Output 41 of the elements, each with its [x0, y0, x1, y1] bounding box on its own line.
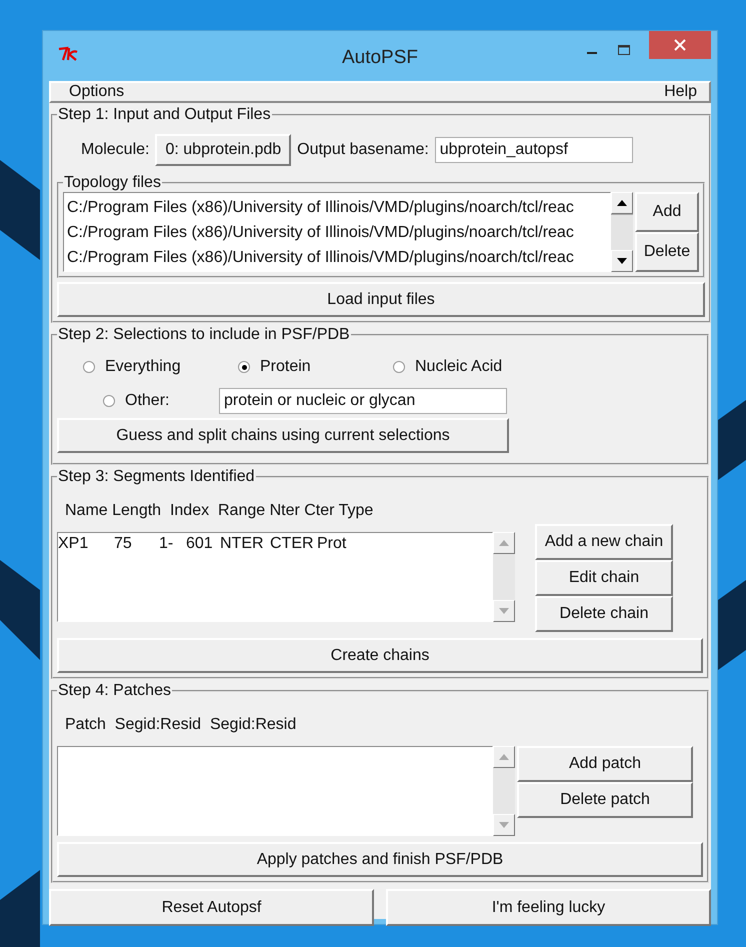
list-button[interactable]: Delete — [635, 232, 699, 272]
output-field[interactable]: ubprotein_autopsf — [434, 137, 633, 163]
close-button[interactable] — [649, 31, 711, 59]
molecule-button[interactable]: 0: ubprotein.pdb — [155, 134, 292, 166]
group-title: Step 1: Input and Output Files — [57, 106, 272, 124]
radio-option[interactable]: Protein — [238, 358, 393, 376]
window-title: AutoPSF — [342, 47, 418, 69]
column-headers: Patch Segid:Resid Segid:Resid — [64, 715, 298, 735]
patch-button[interactable]: Add patch — [517, 746, 693, 782]
chain-button[interactable]: Edit chain — [535, 560, 673, 596]
selection-field[interactable]: protein or nucleic or glycan — [219, 388, 507, 414]
output-label: Output basename: — [297, 141, 429, 159]
maximize-icon[interactable] — [617, 43, 631, 57]
radio-option[interactable]: Other: — [103, 392, 219, 410]
apply-button[interactable]: Apply patches and finish PSF/PDB — [57, 842, 703, 877]
file-path[interactable]: C:/Program Files (x86)/University of Illinois/VMD/plugins/noarch/tcl/reac — [67, 195, 607, 220]
group-title: Step 2: Selections to include in PSF/PDB — [57, 326, 351, 344]
group-title: Step 4: Patches — [57, 682, 172, 700]
feather-logo-icon — [57, 46, 79, 62]
file-path[interactable]: C:/Program Files (x86)/University of Illinois/VMD/plugins/noarch/tcl/reac — [67, 220, 607, 245]
segment-row[interactable]: XP1 75 1- 601 NTER CTER Prot — [58, 533, 492, 555]
action-button[interactable]: Reset Autopsf — [49, 889, 374, 926]
column-headers: Name Length Index Range Nter Cter Type — [64, 501, 374, 521]
group-title: Step 3: Segments Identified — [57, 468, 256, 486]
molecule-label: Molecule: — [81, 141, 150, 159]
group-title: Topology files — [63, 174, 162, 192]
create-button[interactable]: Create chains — [57, 638, 703, 673]
chain-button[interactable]: Add a new chain — [535, 524, 673, 560]
radio-option[interactable]: Everything — [83, 358, 238, 376]
patch-button[interactable]: Delete patch — [517, 782, 693, 818]
file-path[interactable]: C:/Program Files (x86)/University of Illinois/VMD/plugins/noarch/tcl/reac — [67, 245, 607, 270]
action-button[interactable]: I'm feeling lucky — [386, 889, 711, 926]
list-button[interactable]: Add — [635, 192, 699, 232]
menu-item[interactable]: Help — [664, 83, 697, 101]
guess-button[interactable]: Guess and split chains using current selections — [57, 418, 509, 453]
close-icon — [674, 39, 686, 51]
chain-button[interactable]: Delete chain — [535, 596, 673, 632]
menu-item[interactable]: Options — [69, 83, 124, 101]
load-button[interactable]: Load input files — [57, 282, 705, 317]
radio-option[interactable]: Nucleic Acid — [393, 358, 548, 376]
scrollbar[interactable] — [611, 192, 633, 272]
